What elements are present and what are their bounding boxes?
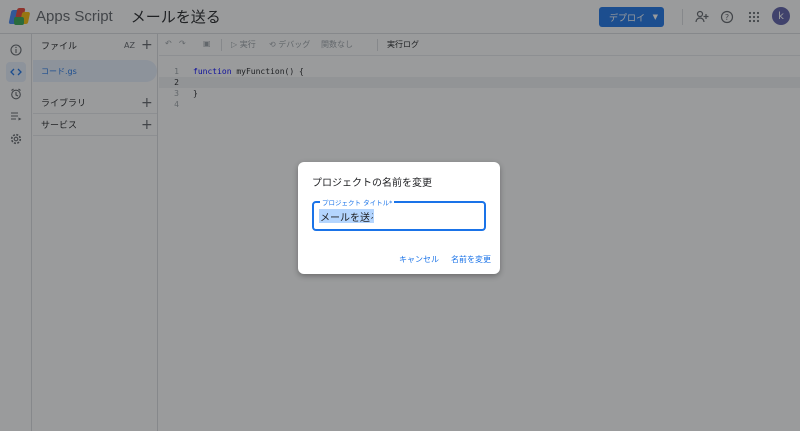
field-label: プロジェクト タイトル* [320, 197, 395, 207]
dialog-title: プロジェクトの名前を変更 [312, 178, 432, 189]
project-title-input[interactable] [319, 209, 374, 223]
cancel-button[interactable]: キャンセル [399, 254, 439, 265]
rename-button[interactable]: 名前を変更 [451, 254, 491, 265]
project-title-field[interactable]: プロジェクト タイトル* [312, 197, 486, 231]
rename-project-dialog: プロジェクトの名前を変更 プロジェクト タイトル* キャンセル 名前を変更 [298, 162, 500, 274]
